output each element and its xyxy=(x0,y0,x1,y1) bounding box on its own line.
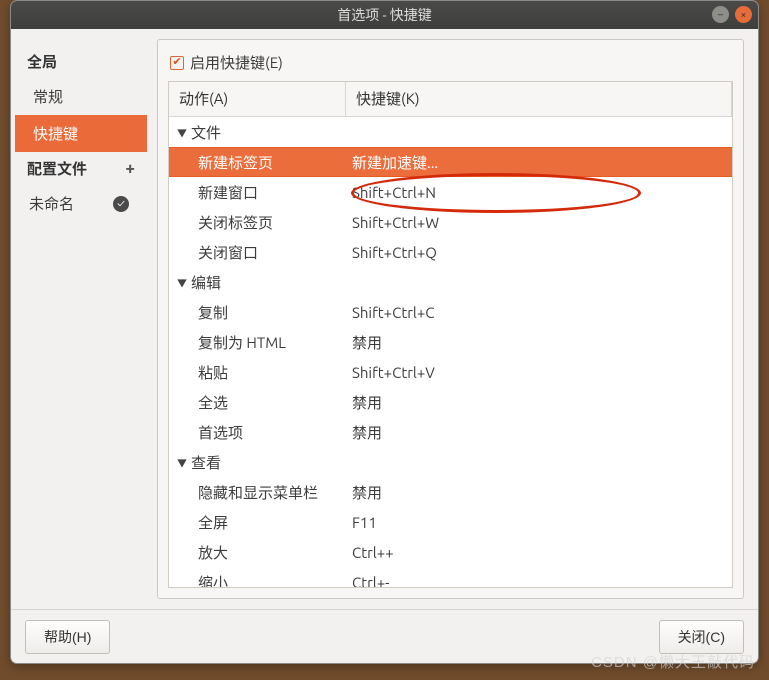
column-action[interactable]: 动作(A) xyxy=(169,82,346,116)
group-file[interactable]: ▼文件 xyxy=(169,117,732,147)
sidebar-item-label: 未命名 xyxy=(29,193,74,214)
table-row[interactable]: 放大 Ctrl++ xyxy=(169,537,732,567)
table-header: 动作(A) 快捷键(K) xyxy=(169,82,732,117)
table-row[interactable]: 首选项 禁用 xyxy=(169,417,732,447)
sidebar-item-shortcuts[interactable]: 快捷键 xyxy=(15,115,147,152)
group-edit[interactable]: ▼编辑 xyxy=(169,267,732,297)
minimize-button[interactable]: – xyxy=(712,6,729,23)
sidebar-item-profile-unnamed[interactable]: 未命名 ✓ xyxy=(15,185,147,222)
chevron-down-icon: ▼ xyxy=(177,275,189,290)
sidebar-item-label: 常规 xyxy=(33,88,63,105)
watermark: CSDN @懒大王敲代码 xyxy=(591,651,755,672)
chevron-down-icon: ▼ xyxy=(177,455,189,470)
check-icon: ✔ xyxy=(172,57,181,68)
window-buttons: – × xyxy=(712,6,752,23)
chevron-down-icon: ▼ xyxy=(177,125,189,140)
default-profile-icon: ✓ xyxy=(113,196,129,212)
sidebar: 全局 常规 快捷键 配置文件 + 未命名 ✓ xyxy=(15,39,147,599)
main-panel: ✔ 启用快捷键(E) 动作(A) 快捷键(K) ▼文件 新建标签页 新建加速键.… xyxy=(157,39,744,599)
table-row[interactable]: 全选 禁用 xyxy=(169,387,732,417)
titlebar: 首选项 - 快捷键 – × xyxy=(11,1,758,29)
table-row[interactable]: 复制 Shift+Ctrl+C xyxy=(169,297,732,327)
enable-shortcuts-checkbox[interactable]: ✔ xyxy=(170,56,184,70)
window-title: 首选项 - 快捷键 xyxy=(337,5,431,25)
add-profile-icon[interactable]: + xyxy=(125,159,135,178)
preferences-window: 首选项 - 快捷键 – × 全局 常规 快捷键 配置文件 + 未命名 ✓ ✔ 启… xyxy=(10,0,759,664)
table-row[interactable]: 新建标签页 新建加速键... xyxy=(169,147,732,177)
table-row[interactable]: 关闭窗口 Shift+Ctrl+Q xyxy=(169,237,732,267)
table-row[interactable]: 缩小 Ctrl+- xyxy=(169,567,732,588)
help-button[interactable]: 帮助(H) xyxy=(25,620,110,654)
sidebar-item-general[interactable]: 常规 xyxy=(15,78,147,115)
close-button[interactable]: 关闭(C) xyxy=(659,620,744,654)
table-row[interactable]: 新建窗口 Shift+Ctrl+N xyxy=(169,177,732,207)
sidebar-heading-label: 配置文件 xyxy=(27,158,87,179)
table-row[interactable]: 复制为 HTML 禁用 xyxy=(169,327,732,357)
table-row[interactable]: 全屏 F11 xyxy=(169,507,732,537)
content-area: 全局 常规 快捷键 配置文件 + 未命名 ✓ ✔ 启用快捷键(E) 动作(A) … xyxy=(11,29,758,599)
table-row[interactable]: 隐藏和显示菜单栏 禁用 xyxy=(169,477,732,507)
table-row[interactable]: 关闭标签页 Shift+Ctrl+W xyxy=(169,207,732,237)
group-view[interactable]: ▼查看 xyxy=(169,447,732,477)
sidebar-item-label: 快捷键 xyxy=(33,125,78,142)
enable-shortcuts-row[interactable]: ✔ 启用快捷键(E) xyxy=(168,50,733,81)
table-row[interactable]: 粘贴 Shift+Ctrl+V xyxy=(169,357,732,387)
sidebar-heading-global: 全局 xyxy=(15,45,147,78)
shortcuts-table: 动作(A) 快捷键(K) ▼文件 新建标签页 新建加速键... 新建窗口 Shi… xyxy=(168,81,733,588)
enable-shortcuts-label: 启用快捷键(E) xyxy=(190,52,283,73)
column-shortcut[interactable]: 快捷键(K) xyxy=(346,82,732,116)
sidebar-heading-profiles: 配置文件 + xyxy=(15,152,147,185)
close-window-button[interactable]: × xyxy=(735,6,752,23)
